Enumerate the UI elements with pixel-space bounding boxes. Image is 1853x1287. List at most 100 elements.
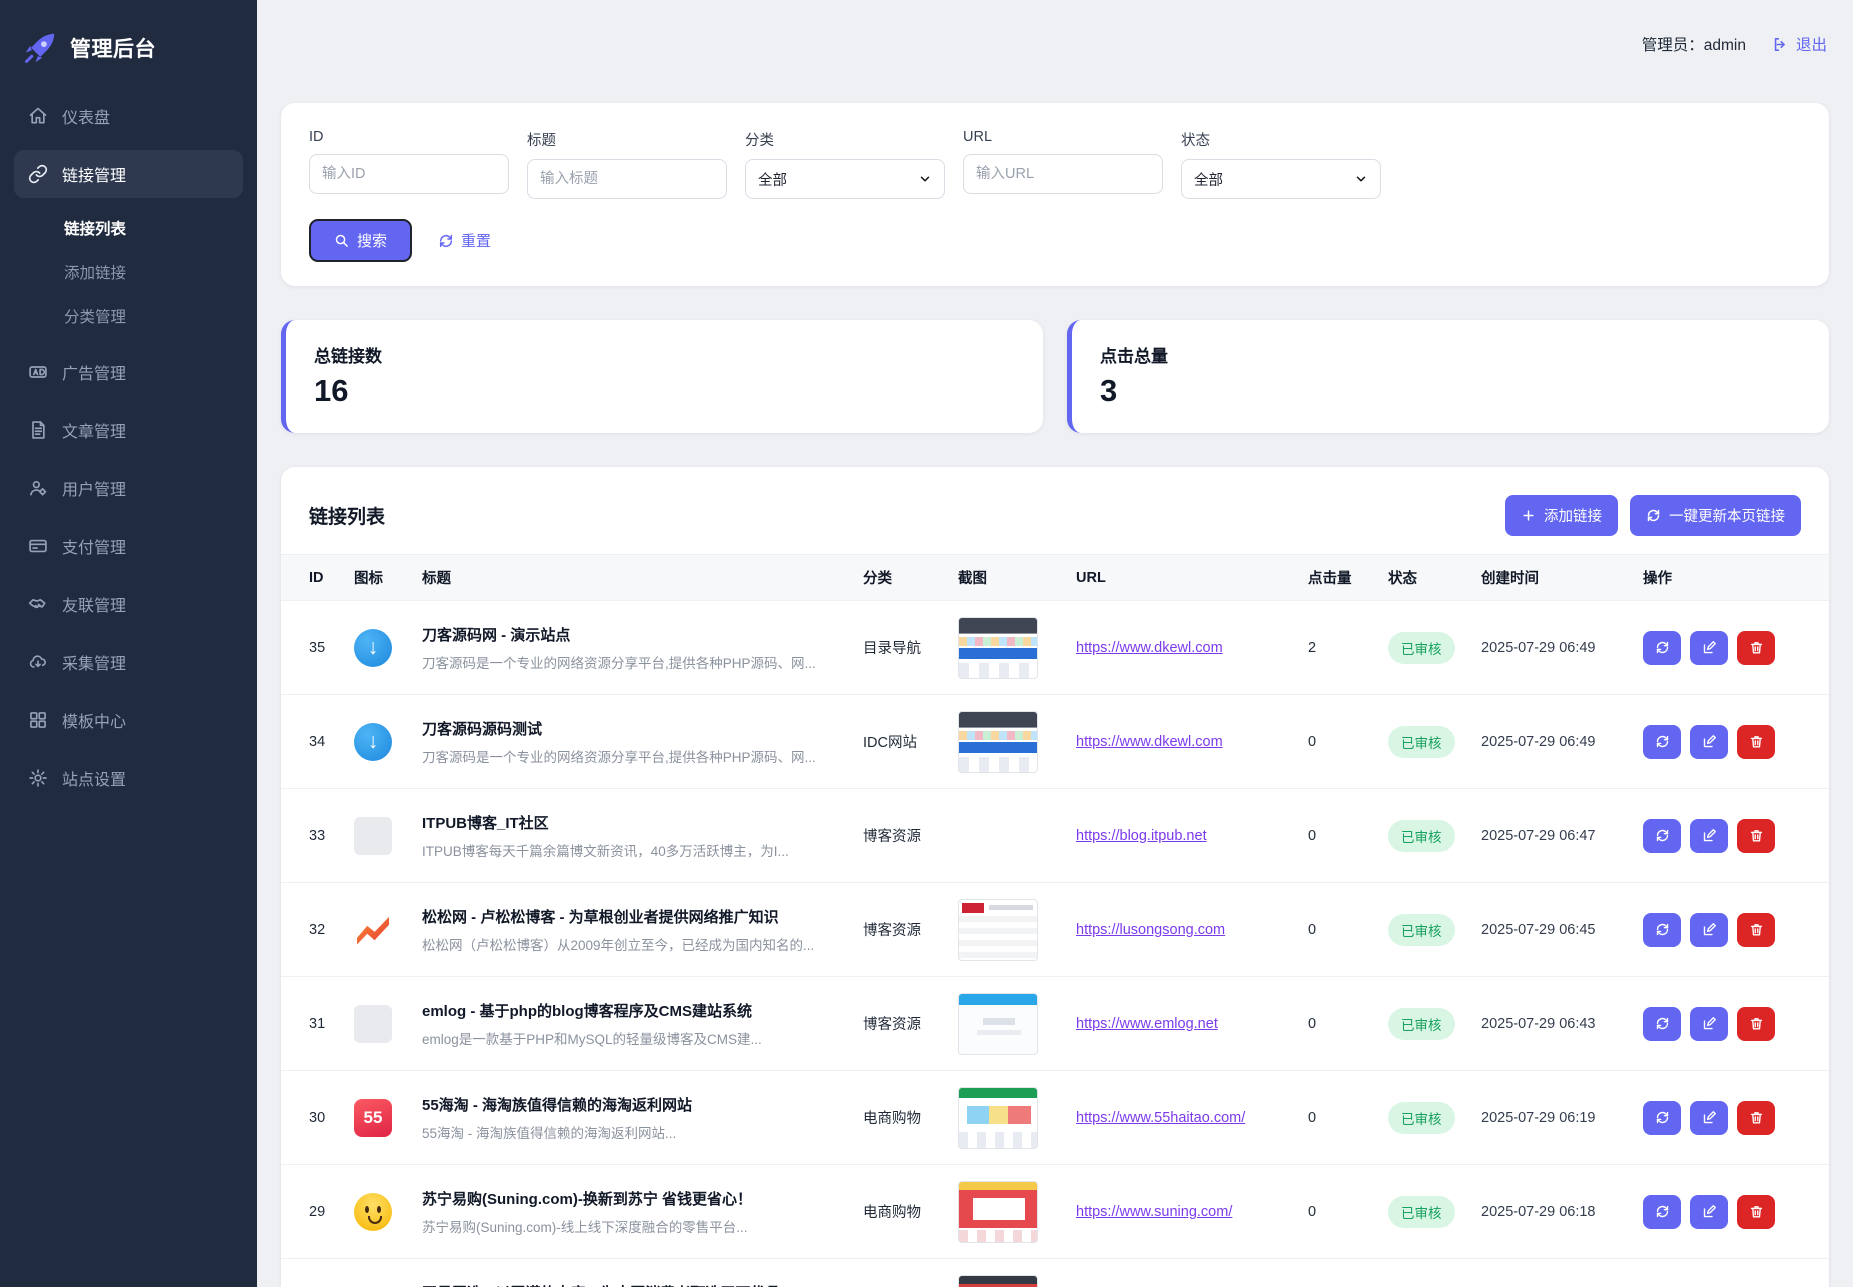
- table-row: 34 刀客源码源码测试 刀客源码是一个专业的网络资源分享平台,提供各种PHP源码…: [281, 695, 1829, 789]
- search-button[interactable]: 搜索: [309, 219, 412, 262]
- edit-icon: [1702, 640, 1717, 655]
- sidebar-subitem[interactable]: 链接列表: [14, 206, 243, 250]
- table-header: ID 图标 标题 分类 截图 URL 点击量 状态 创建时间 操作: [281, 554, 1829, 601]
- status-badge: 已审核: [1388, 1008, 1455, 1040]
- link-url[interactable]: https://www.emlog.net: [1076, 1016, 1232, 1032]
- refresh-icon: [1655, 640, 1670, 655]
- reset-button[interactable]: 重置: [438, 230, 491, 251]
- row-edit-button[interactable]: [1690, 913, 1728, 947]
- created-time: 2025-07-29 06:45: [1481, 922, 1643, 938]
- col-status: 状态: [1388, 567, 1481, 588]
- sidebar-item[interactable]: 文章管理: [14, 406, 243, 454]
- row-edit-button[interactable]: [1690, 1101, 1728, 1135]
- sidebar-item[interactable]: 模板中心: [14, 696, 243, 744]
- row-edit-button[interactable]: [1690, 631, 1728, 665]
- sidebar-subitem[interactable]: 添加链接: [14, 250, 243, 294]
- screenshot-thumbnail[interactable]: [958, 1087, 1038, 1149]
- row-edit-button[interactable]: [1690, 1007, 1728, 1041]
- link-description: emlog是一款基于PHP和MySQL的轻量级博客及CMS建...: [422, 1028, 863, 1048]
- refresh-icon: [1655, 828, 1670, 843]
- row-edit-button[interactable]: [1690, 819, 1728, 853]
- sidebar-item[interactable]: 站点设置: [14, 754, 243, 802]
- created-time: 2025-07-29 06:19: [1481, 1110, 1643, 1126]
- sidebar-item-label: 用户管理: [62, 476, 126, 500]
- link-url[interactable]: https://www.55haitao.com/: [1076, 1110, 1259, 1126]
- table-title: 链接列表: [309, 502, 385, 529]
- sidebar-item[interactable]: 用户管理: [14, 464, 243, 512]
- col-clicks: 点击量: [1308, 567, 1388, 588]
- admin-name: admin: [1704, 37, 1746, 54]
- row-refresh-button[interactable]: [1643, 1101, 1681, 1135]
- filter-title-input[interactable]: [527, 159, 727, 199]
- sidebar-item[interactable]: 链接管理: [14, 150, 243, 198]
- row-refresh-button[interactable]: [1643, 725, 1681, 759]
- sidebar-item[interactable]: 支付管理: [14, 522, 243, 570]
- link-url[interactable]: https://blog.itpub.net: [1076, 828, 1221, 844]
- sidebar-item[interactable]: 友联管理: [14, 580, 243, 628]
- screenshot-thumbnail[interactable]: [958, 1275, 1038, 1287]
- row-refresh-button[interactable]: [1643, 913, 1681, 947]
- row-delete-button[interactable]: [1737, 913, 1775, 947]
- link-url[interactable]: https://www.dkewl.com: [1076, 640, 1237, 656]
- trash-icon: [1749, 734, 1764, 749]
- link-url[interactable]: https://lusongsong.com: [1076, 922, 1239, 938]
- category-select[interactable]: 全部: [745, 159, 945, 199]
- row-refresh-button[interactable]: [1643, 819, 1681, 853]
- row-refresh-button[interactable]: [1643, 1195, 1681, 1229]
- row-delete-button[interactable]: [1737, 631, 1775, 665]
- row-delete-button[interactable]: [1737, 1007, 1775, 1041]
- sidebar-subitem[interactable]: 分类管理: [14, 294, 243, 338]
- row-edit-button[interactable]: [1690, 1195, 1728, 1229]
- sidebar-subitem-label: 添加链接: [64, 265, 126, 282]
- filter-id-input[interactable]: [309, 154, 509, 194]
- row-edit-button[interactable]: [1690, 725, 1728, 759]
- logout-button[interactable]: 退出: [1772, 33, 1827, 55]
- row-delete-button[interactable]: [1737, 819, 1775, 853]
- edit-icon: [1702, 1016, 1717, 1031]
- update-page-links-label: 一键更新本页链接: [1669, 505, 1785, 526]
- col-created: 创建时间: [1481, 567, 1643, 588]
- row-id: 30: [309, 1110, 354, 1126]
- link-title: 55海淘 - 海淘族值得信赖的海淘返利网站: [422, 1094, 863, 1115]
- table-row: 28 网易严选 - 以严谨的态度，为中国消费者甄选天下优品 网易严选秉承网易一贯…: [281, 1259, 1829, 1287]
- sync-icon: [1646, 508, 1661, 523]
- link-title: 苏宁易购(Suning.com)-换新到苏宁 省钱更省心！: [422, 1188, 863, 1209]
- link-url[interactable]: https://www.dkewl.com: [1076, 734, 1237, 750]
- screenshot-thumbnail[interactable]: [958, 993, 1038, 1055]
- chevron-down-icon: [1354, 172, 1368, 186]
- trash-icon: [1749, 640, 1764, 655]
- update-page-links-button[interactable]: 一键更新本页链接: [1630, 495, 1801, 536]
- site-icon: 55: [354, 1099, 392, 1137]
- stat-card-total-links: 总链接数 16: [281, 320, 1043, 433]
- add-link-button[interactable]: 添加链接: [1505, 495, 1618, 536]
- screenshot-thumbnail[interactable]: [958, 711, 1038, 773]
- row-delete-button[interactable]: [1737, 1101, 1775, 1135]
- sidebar-item[interactable]: 采集管理: [14, 638, 243, 686]
- row-delete-button[interactable]: [1737, 1195, 1775, 1229]
- row-id: 31: [309, 1016, 354, 1032]
- link-title: 网易严选 - 以严谨的态度，为中国消费者甄选天下优品: [422, 1282, 863, 1287]
- row-refresh-button[interactable]: [1643, 1007, 1681, 1041]
- status-badge: 已审核: [1388, 820, 1455, 852]
- row-id: 35: [309, 640, 354, 656]
- screenshot-thumbnail[interactable]: [958, 1181, 1038, 1243]
- refresh-icon: [1655, 1016, 1670, 1031]
- search-icon: [334, 233, 349, 248]
- row-delete-button[interactable]: [1737, 725, 1775, 759]
- sidebar-item-icon: [28, 536, 48, 556]
- sidebar-nav: 仪表盘 链接管理 链接列表 添加链接 分类管理 广告管理 文章管理 用户管理 支…: [0, 92, 257, 802]
- reset-button-label: 重置: [461, 230, 491, 251]
- sidebar-item-label: 采集管理: [62, 650, 126, 674]
- sidebar-item[interactable]: 仪表盘: [14, 92, 243, 140]
- col-title: 标题: [422, 567, 863, 588]
- add-link-label: 添加链接: [1544, 505, 1602, 526]
- screenshot-thumbnail[interactable]: [958, 617, 1038, 679]
- sidebar-item-label: 链接管理: [62, 162, 126, 186]
- screenshot-thumbnail[interactable]: [958, 899, 1038, 961]
- link-url[interactable]: https://www.suning.com/: [1076, 1204, 1246, 1220]
- sidebar-item[interactable]: 广告管理: [14, 348, 243, 396]
- status-select[interactable]: 全部: [1181, 159, 1381, 199]
- filter-url-input[interactable]: [963, 154, 1163, 194]
- row-refresh-button[interactable]: [1643, 631, 1681, 665]
- sidebar-item-icon: [28, 106, 48, 126]
